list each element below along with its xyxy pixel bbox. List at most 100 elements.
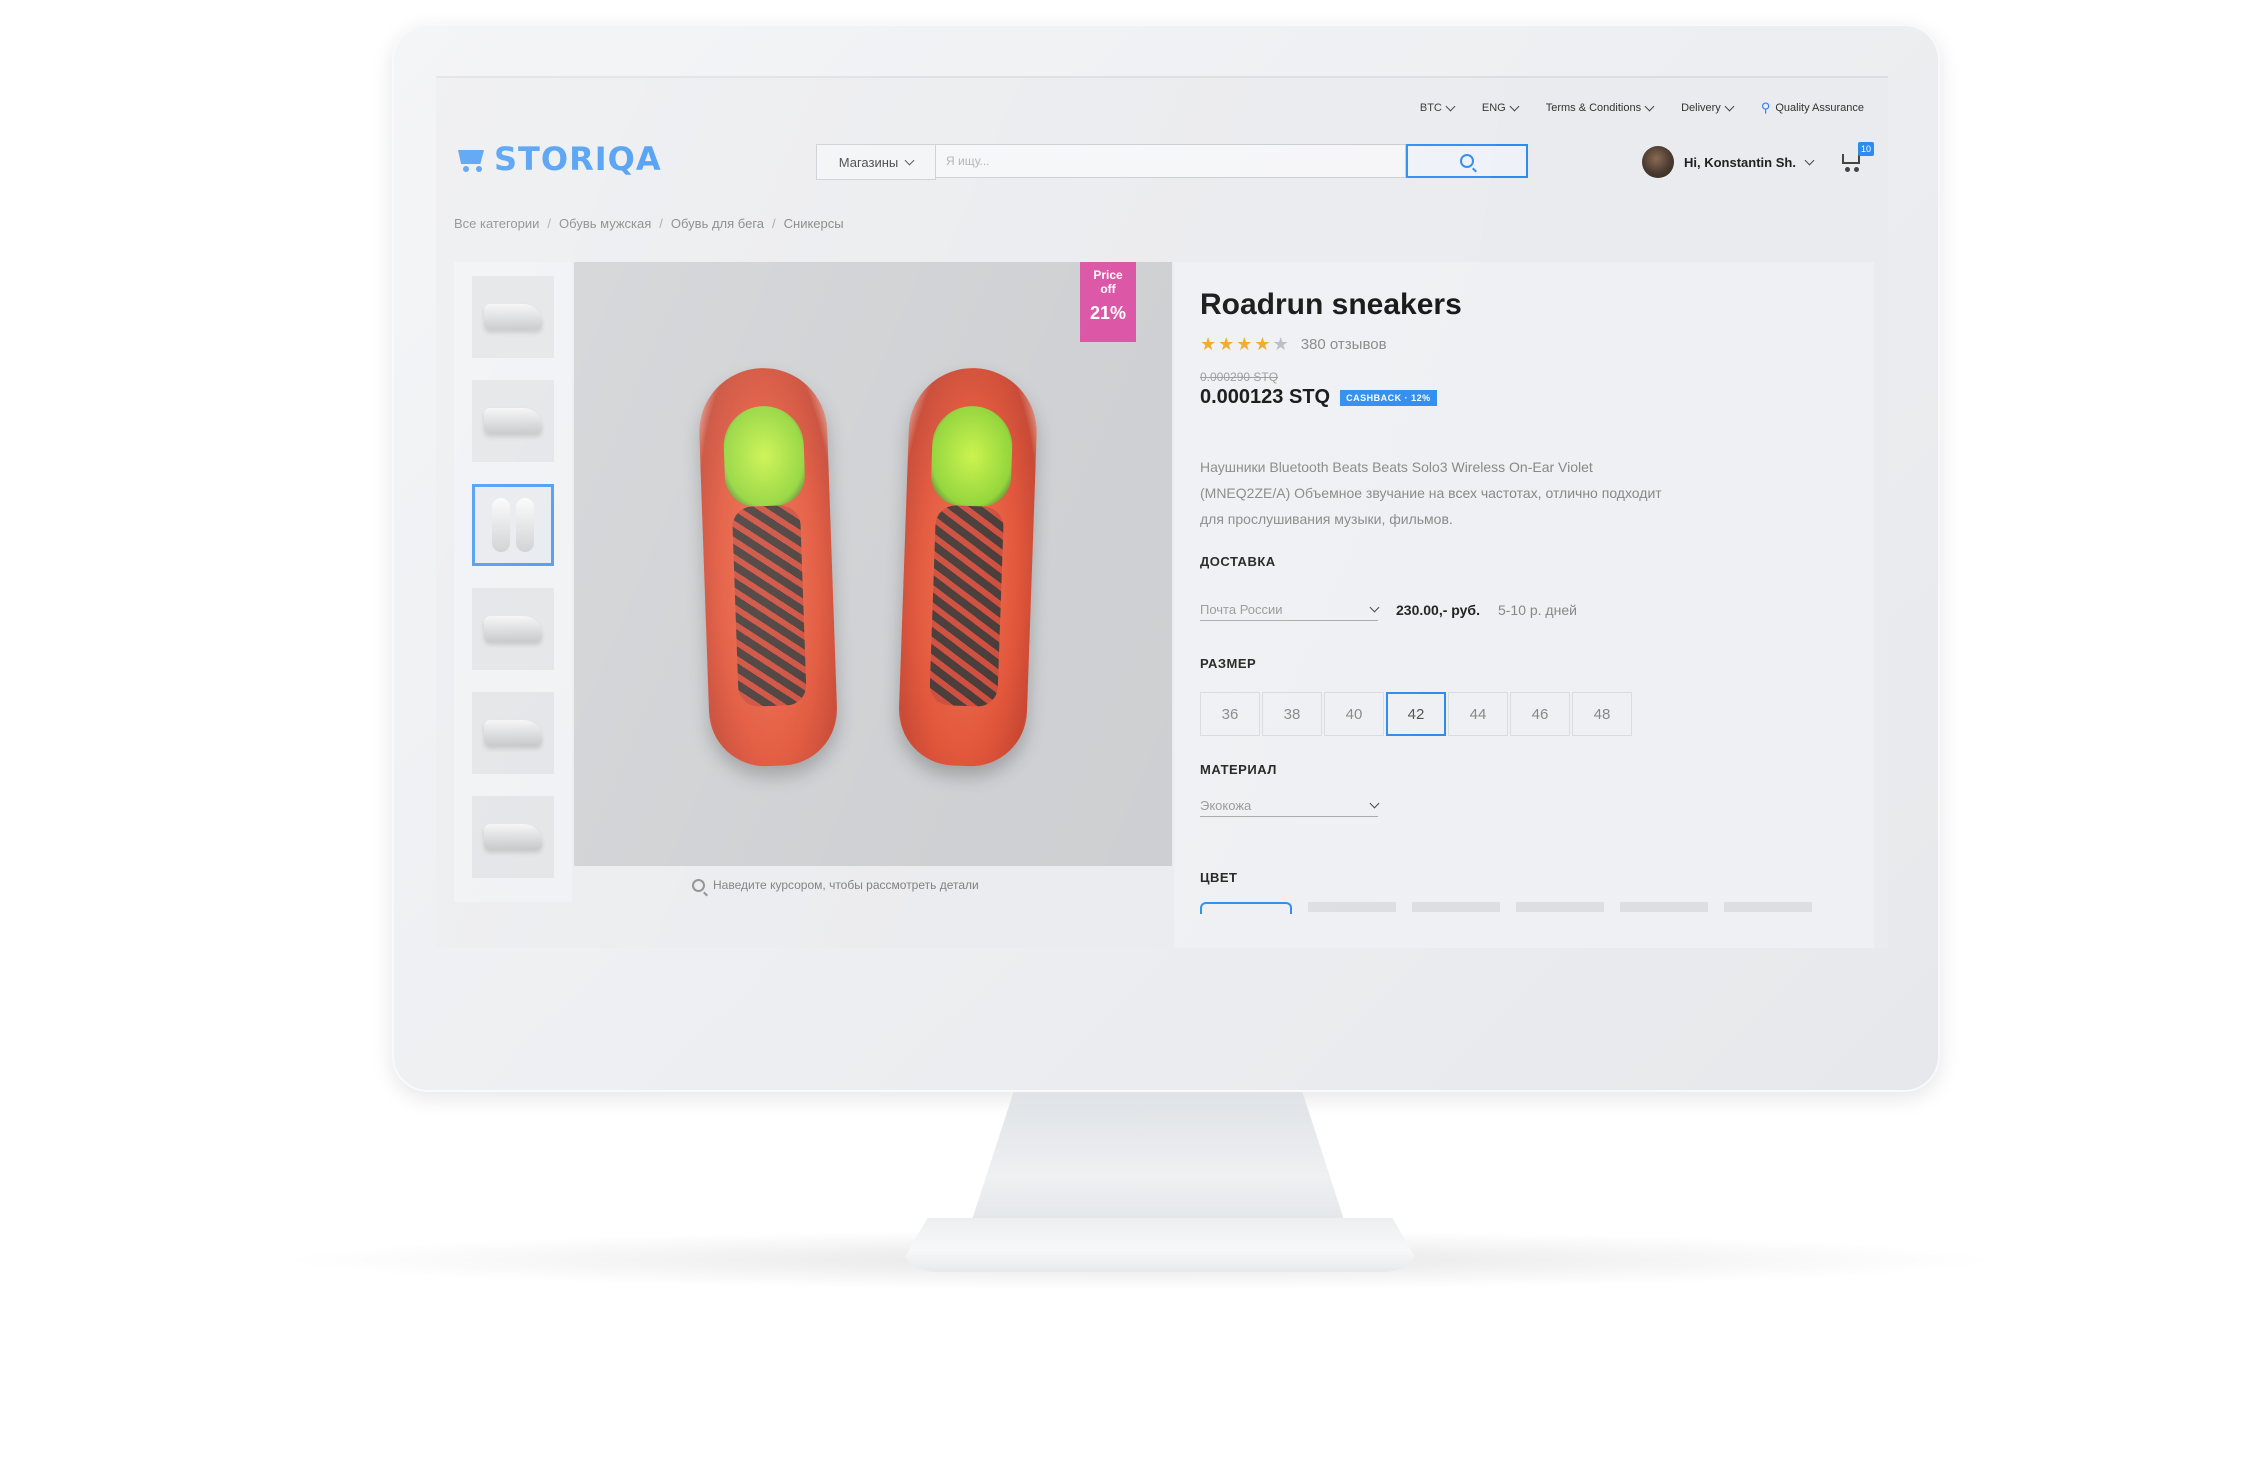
logo-text: STORIQA	[494, 140, 662, 178]
size-option[interactable]: 48	[1572, 692, 1632, 736]
monitor-stand-neck	[968, 1092, 1348, 1232]
language-dropdown[interactable]: ENG	[1481, 100, 1520, 116]
main-product-image[interactable]: Price off 21%	[574, 262, 1172, 866]
delivery-label: ДОСТАВКА	[1200, 554, 1276, 569]
zoom-hint-text: Наведите курсором, чтобы рассмотреть дет…	[713, 878, 979, 892]
product-info-panel: Roadrun sneakers ★ ★ ★ ★ ★ 380 отзывов 0…	[1174, 262, 1874, 948]
terms-dropdown[interactable]: Terms & Conditions	[1545, 100, 1655, 116]
delivery-method-select[interactable]: Почта России	[1200, 598, 1380, 621]
breadcrumb-item[interactable]: Все категории	[454, 216, 539, 231]
size-option[interactable]: 46	[1510, 692, 1570, 736]
search-button[interactable]	[1406, 144, 1528, 178]
storiqa-logo[interactable]: STORIQA	[454, 140, 662, 178]
shoe-high-icon	[484, 616, 542, 642]
avatar	[1642, 146, 1674, 178]
search-input[interactable]: Я ищу...	[936, 144, 1406, 178]
color-selector	[1200, 902, 1812, 914]
thumbnail-5[interactable]	[472, 692, 554, 774]
shoe-side-icon	[484, 304, 542, 330]
current-price: 0.000123 STQ	[1200, 386, 1331, 408]
color-option[interactable]	[1724, 902, 1812, 912]
top-utility-bar: BTC ENG Terms & Conditions Delivery ⚲ Qu…	[1420, 100, 1864, 116]
badge-percent: 21%	[1089, 303, 1127, 323]
breadcrumb-separator: /	[772, 216, 776, 231]
star-icon: ★	[1254, 334, 1271, 354]
material-label: МАТЕРИАЛ	[1200, 762, 1277, 777]
breadcrumb-item[interactable]: Обувь для бега	[671, 216, 764, 231]
color-option[interactable]	[1412, 902, 1500, 912]
zoom-hint: Наведите курсором, чтобы рассмотреть дет…	[692, 878, 979, 892]
language-label: ENG	[1481, 102, 1506, 114]
currency-dropdown[interactable]: BTC	[1419, 100, 1456, 116]
product-title: Roadrun sneakers	[1200, 288, 1462, 321]
thumbnail-list	[454, 262, 572, 902]
product-description: Наушники Bluetooth Beats Beats Solo3 Wir…	[1200, 459, 1662, 527]
terms-label: Terms & Conditions	[1545, 102, 1642, 114]
cart-icon	[1842, 154, 1860, 164]
thumbnail-1[interactable]	[472, 276, 554, 358]
chevron-down-icon	[1369, 798, 1380, 808]
color-option-selected[interactable]	[1200, 902, 1292, 914]
chevron-down-icon	[904, 155, 915, 165]
material-value: Экокожа	[1200, 797, 1252, 813]
material-select[interactable]: Экокожа	[1200, 794, 1380, 817]
size-option[interactable]: 36	[1200, 692, 1260, 736]
shop-select[interactable]: Магазины	[816, 144, 936, 180]
star-icon: ★	[1218, 334, 1235, 354]
badge-line1: Price	[1093, 268, 1123, 282]
delivery-link-label: Delivery	[1681, 102, 1721, 114]
star-icon: ★	[1236, 334, 1253, 354]
search-bar: Магазины Я ищу...	[816, 144, 1528, 180]
quality-assurance-link[interactable]: ⚲ Quality Assurance	[1761, 100, 1864, 116]
star-icon: ★	[1200, 334, 1217, 354]
thumbnail-6[interactable]	[472, 796, 554, 878]
cart-logo-icon	[454, 146, 488, 172]
size-option-selected[interactable]: 42	[1386, 692, 1446, 736]
breadcrumb: Все категории / Обувь мужская / Обувь дл…	[454, 216, 844, 231]
monitor-stand-base	[896, 1218, 1424, 1272]
screen-divider	[436, 76, 1888, 78]
search-icon	[1460, 154, 1474, 168]
size-selector: 36 38 40 42 44 46 48	[1200, 692, 1634, 736]
user-menu[interactable]: Hi, Konstantin Sh.	[1642, 146, 1815, 178]
breadcrumb-separator: /	[659, 216, 663, 231]
color-option[interactable]	[1516, 902, 1604, 912]
size-option[interactable]: 40	[1324, 692, 1384, 736]
cashback-badge: CASHBACK · 12%	[1340, 389, 1437, 406]
size-option[interactable]: 44	[1448, 692, 1508, 736]
size-label: РАЗМЕР	[1200, 656, 1257, 671]
breadcrumb-item[interactable]: Обувь мужская	[559, 216, 651, 231]
chevron-down-icon	[1369, 602, 1380, 612]
thumbnail-2[interactable]	[472, 380, 554, 462]
size-option[interactable]: 38	[1262, 692, 1322, 736]
search-placeholder: Я ищу...	[946, 154, 990, 168]
breadcrumb-item[interactable]: Сникерсы	[784, 216, 844, 231]
delivery-dropdown[interactable]: Delivery	[1681, 100, 1735, 116]
cart-button[interactable]: 10	[1840, 142, 1874, 174]
right-sneaker-image	[897, 365, 1039, 769]
zoom-search-icon	[692, 878, 705, 892]
shoe-pair-icon	[492, 498, 534, 552]
shoe-high-icon	[484, 824, 542, 850]
quality-label: Quality Assurance	[1775, 102, 1864, 114]
currency-label: BTC	[1419, 102, 1442, 114]
reviews-link[interactable]: 380 отзывов	[1301, 336, 1387, 353]
chevron-down-icon	[1445, 101, 1456, 111]
thumbnail-4[interactable]	[472, 588, 554, 670]
old-price: 0.000290 STQ	[1200, 370, 1279, 384]
star-empty-icon: ★	[1272, 334, 1289, 354]
color-option[interactable]	[1620, 902, 1708, 912]
color-option[interactable]	[1308, 902, 1396, 912]
user-greeting: Hi, Konstantin Sh.	[1684, 154, 1796, 170]
cart-count-badge: 10	[1858, 142, 1874, 156]
chevron-down-icon	[1509, 101, 1520, 111]
breadcrumb-separator: /	[547, 216, 552, 231]
price-off-badge: Price off 21%	[1080, 262, 1136, 342]
monitor-screen: BTC ENG Terms & Conditions Delivery ⚲ Qu…	[436, 76, 1888, 948]
delivery-price: 230.00,- руб.	[1396, 601, 1480, 618]
chevron-down-icon	[1804, 155, 1815, 165]
delivery-days: 5-10 р. дней	[1497, 601, 1577, 618]
thumbnail-3[interactable]	[472, 484, 554, 566]
price-row: 0.000123 STQ CASHBACK · 12%	[1200, 386, 1437, 409]
chevron-down-icon	[1644, 101, 1655, 111]
